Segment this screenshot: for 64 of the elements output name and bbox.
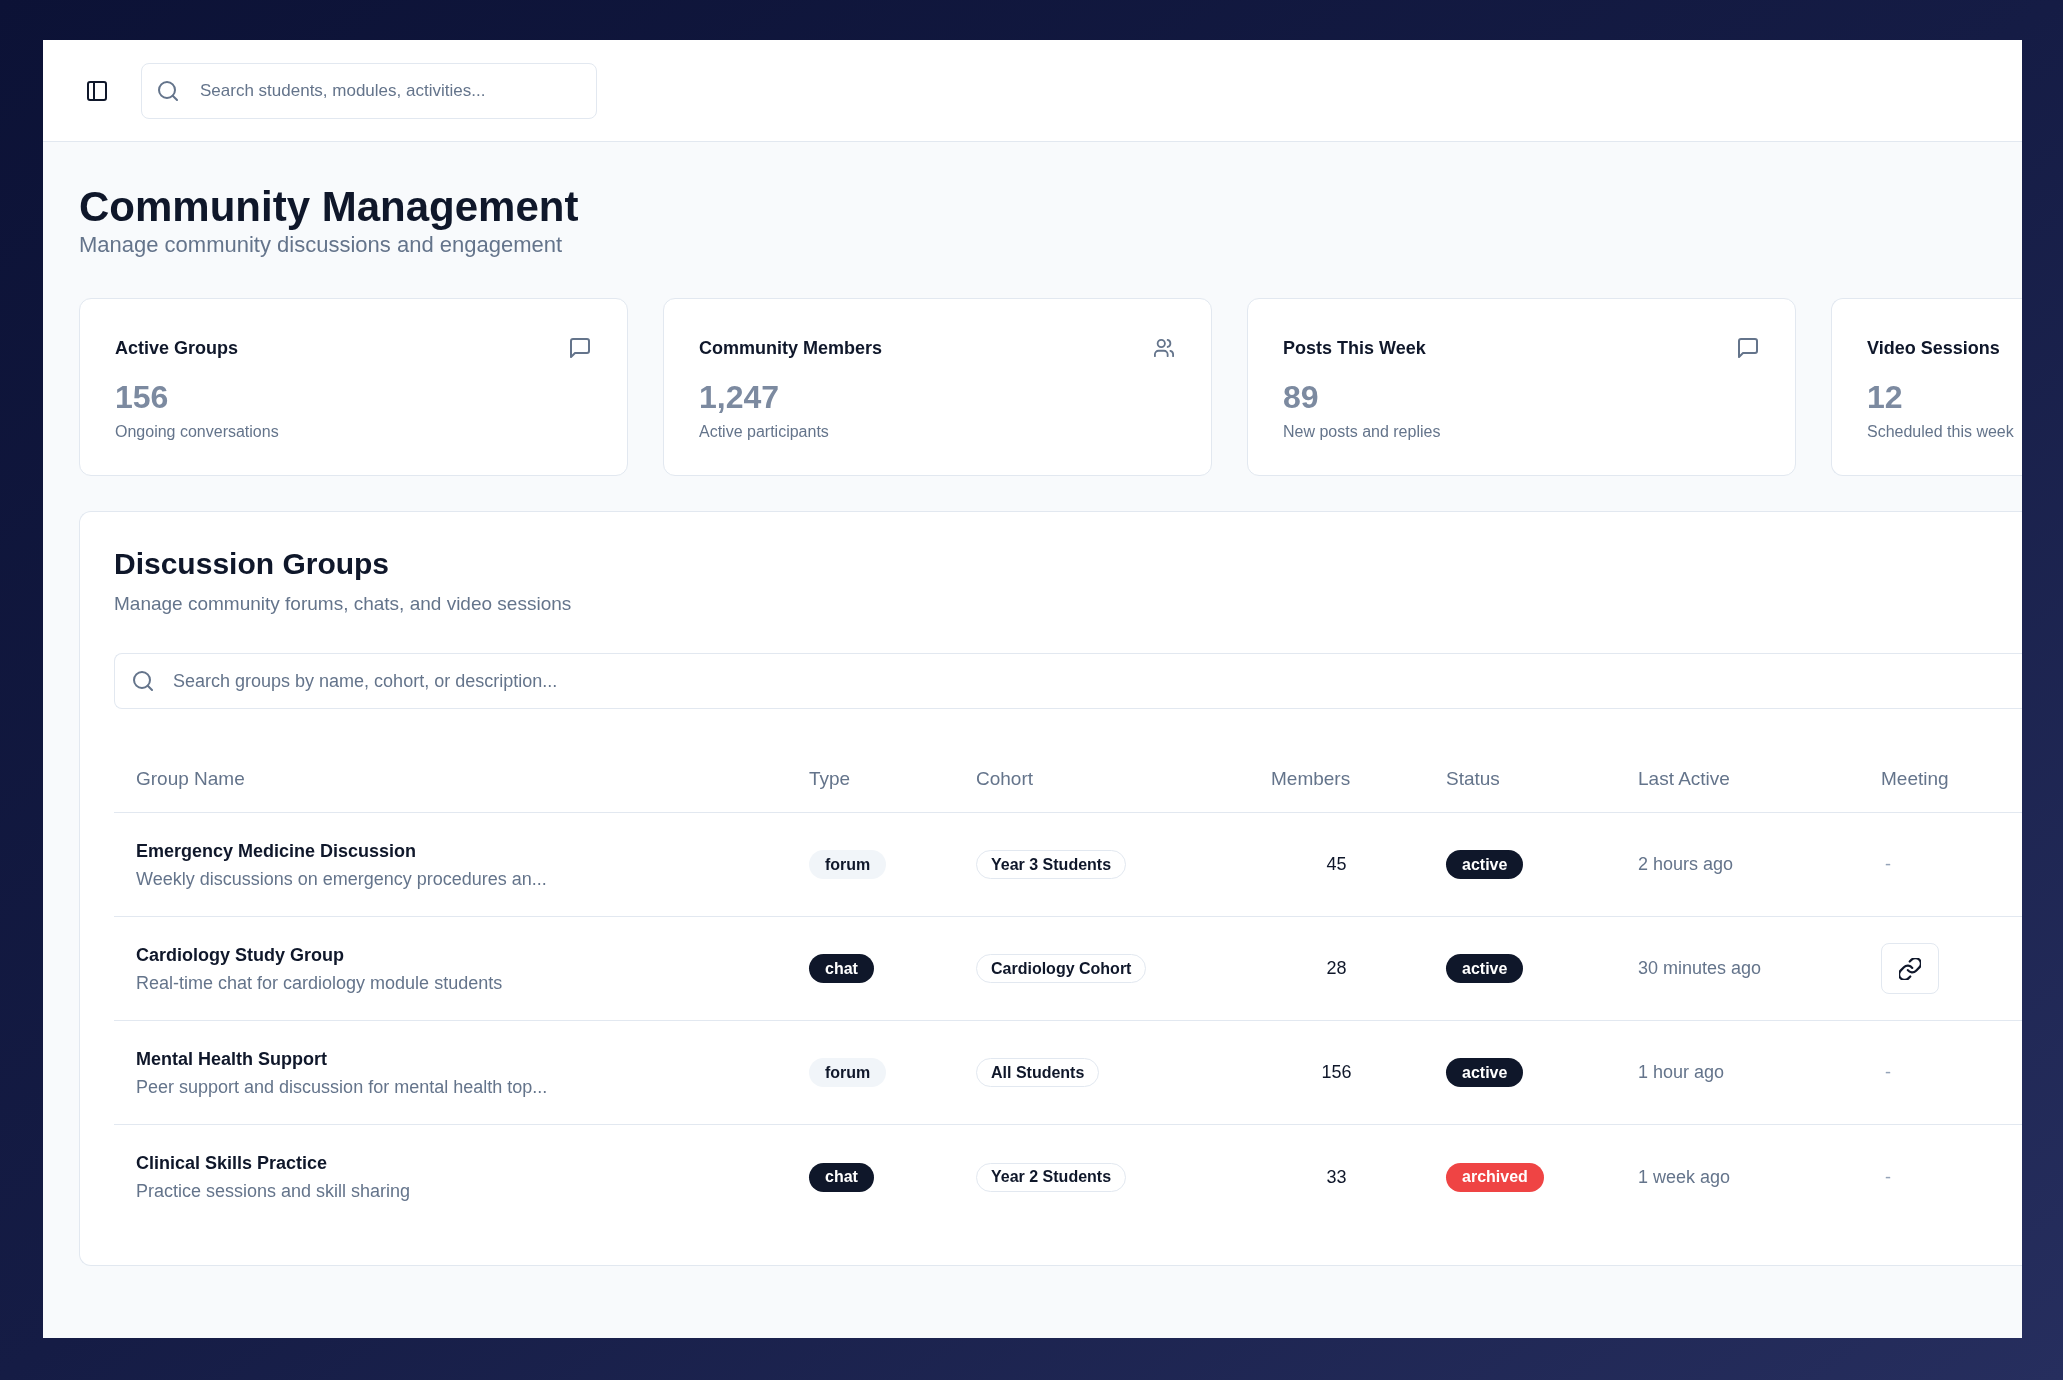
last-active-time: 1 week ago (1638, 1165, 1731, 1189)
meeting-link-button[interactable] (1881, 943, 1939, 994)
status-badge: active (1446, 954, 1524, 983)
stat-caption: Active participants (699, 422, 829, 442)
search-icon (133, 671, 153, 691)
member-count: 156 (1321, 1061, 1352, 1084)
group-description: Real-time chat for cardiology module students (136, 971, 503, 995)
search-field[interactable]: Search students, modules, activities... (141, 62, 597, 119)
sidebar-icon (87, 80, 107, 101)
stat-title: Video Sessions (1867, 337, 2000, 360)
stat-title: Community Members (699, 337, 883, 360)
column-header: Type (809, 768, 851, 790)
stat-value: 1,247 (699, 378, 780, 417)
type-badge: forum (809, 850, 887, 879)
stat-caption: Ongoing conversations (115, 422, 279, 442)
status-badge: active (1446, 850, 1524, 879)
stat-title: Posts This Week (1283, 337, 1426, 360)
group-name: Emergency Medicine Discussion (136, 839, 417, 863)
column-header: Members (1271, 768, 1351, 790)
member-count: 28 (1326, 957, 1347, 980)
last-active-time: 1 hour ago (1638, 1061, 1725, 1084)
group-description: Peer support and discussion for mental health top... (136, 1075, 548, 1099)
search-field[interactable]: Search groups by name, cohort, or description... (114, 653, 2022, 709)
member-count: 45 (1326, 853, 1347, 876)
group-name: Mental Health Support (136, 1047, 327, 1071)
last-active-time: 30 minutes ago (1638, 957, 1762, 980)
group-name: Cardiology Study Group (136, 943, 344, 967)
group-name: Clinical Skills Practice (136, 1152, 328, 1175)
column-header: Status (1446, 768, 1500, 790)
cohort-tag: Year 2 Students (976, 1162, 1127, 1192)
type-badge: chat (809, 1162, 874, 1192)
stat-value: 12 (1867, 378, 1903, 417)
message-icon (1738, 338, 1758, 358)
cohort-tag: Year 3 Students (976, 850, 1127, 879)
search-icon (158, 80, 178, 101)
stat-caption: Scheduled this week (1867, 422, 2014, 442)
type-badge: forum (809, 1058, 887, 1087)
stat-caption: New posts and replies (1283, 422, 1441, 442)
page-subtitle: Manage community discussions and engagement (79, 231, 563, 259)
member-count: 33 (1326, 1165, 1347, 1189)
column-header: Meeting (1881, 768, 1949, 790)
group-description: Weekly discussions on emergency procedures an... (136, 867, 547, 891)
section-title: Discussion Groups (114, 546, 390, 582)
page-title: Community Management (79, 184, 579, 230)
column-header: Cohort (976, 768, 1034, 790)
status-badge: archived (1446, 1162, 1544, 1192)
empty-meeting-dash: - (1884, 1061, 1891, 1084)
type-badge: chat (809, 954, 874, 983)
link-icon (1899, 957, 1921, 980)
empty-meeting-dash: - (1884, 1165, 1891, 1189)
group-description: Practice sessions and skill sharing (136, 1180, 411, 1203)
users-icon (1154, 338, 1174, 358)
empty-meeting-dash: - (1884, 853, 1891, 876)
status-badge: active (1446, 1058, 1524, 1087)
cohort-tag: All Students (976, 1058, 1100, 1087)
section-subtitle: Manage community forums, chats, and video sessions (114, 592, 572, 616)
column-header: Last Active (1638, 768, 1730, 790)
stat-title: Active Groups (115, 337, 239, 360)
stat-value: 156 (115, 378, 169, 417)
stat-value: 89 (1283, 378, 1319, 417)
message-icon (570, 338, 590, 358)
column-header: Group Name (136, 768, 245, 790)
cohort-tag: Cardiology Cohort (976, 954, 1147, 983)
last-active-time: 2 hours ago (1638, 853, 1734, 876)
